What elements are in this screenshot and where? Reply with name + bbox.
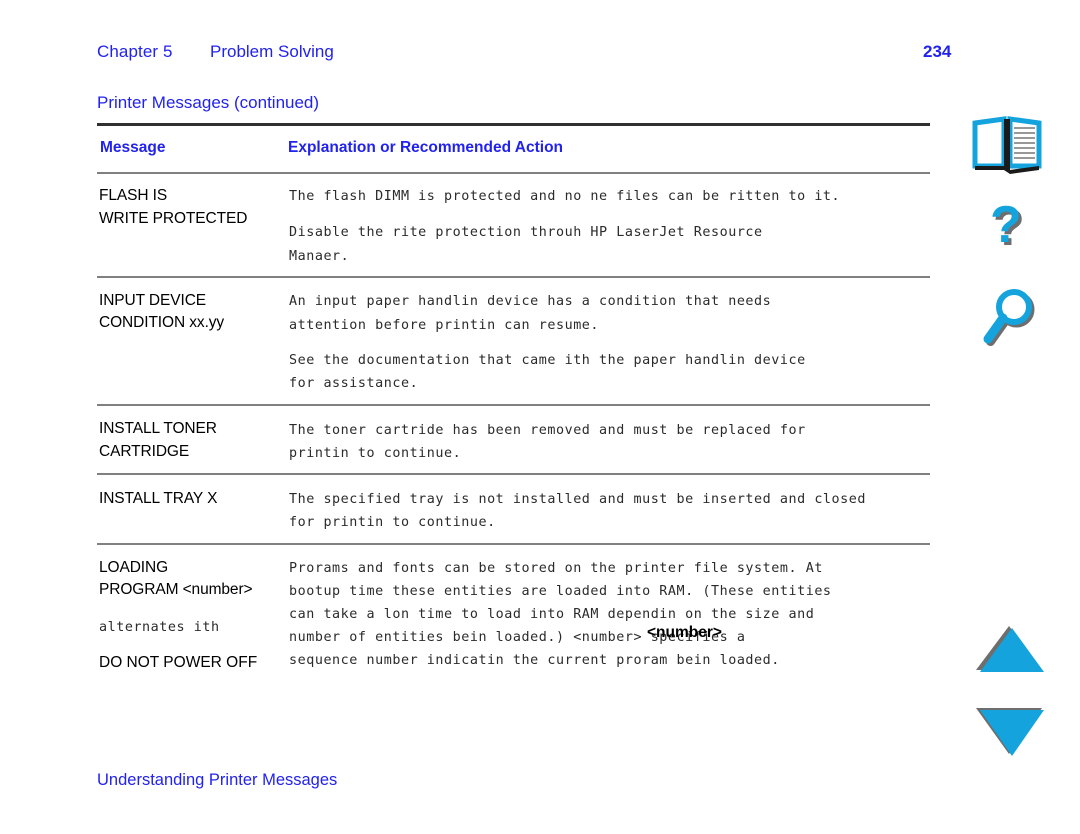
page-number: 234 [923, 42, 952, 61]
table-row-body-line: printin to continue. [289, 446, 462, 461]
row-divider-rule [97, 473, 930, 475]
table-row-body-line: See the documentation that came ith the … [289, 353, 806, 368]
column-header-message: Message [100, 139, 166, 156]
table-row-body-line: for printin to continue. [289, 515, 496, 530]
table-row-message-name: INSTALL TRAY X [99, 490, 218, 507]
table-row-body-line: Manaer. [289, 249, 350, 264]
table-row-message-name: FLASH IS [99, 187, 168, 204]
table-row-message-name: CONDITION xx.yy [99, 314, 225, 331]
table-row-message-name: LOADING [99, 559, 169, 576]
triangle-down-icon[interactable] [974, 700, 1048, 762]
chapter-label: Chapter 5 [97, 42, 173, 61]
row-divider-rule [97, 276, 930, 278]
chapter-title: Problem Solving [210, 42, 334, 61]
table-row-body-line: An input paper handlin device has a cond… [289, 294, 772, 309]
manual-page: Chapter 5 Problem Solving 234 Printer Me… [0, 0, 1080, 834]
header-rule [97, 172, 930, 174]
table-row-message-name: DO NOT POWER OFF [99, 654, 258, 671]
triangle-up-icon[interactable] [974, 620, 1048, 682]
table-row-body-line: sequence number indicatin the current pr… [289, 653, 780, 668]
table-row-body-line: The toner cartride has been removed and … [289, 423, 806, 438]
table-row-body-line: Disable the rite protection throuh HP La… [289, 225, 763, 240]
navigation-rail: ? ? [958, 0, 1080, 834]
table-row-message-name: PROGRAM <number> [99, 581, 253, 598]
table-row-message-name: WRITE PROTECTED [99, 210, 248, 227]
row-divider-rule [97, 404, 930, 406]
table-row-body-line: bootup time these entities are loaded in… [289, 584, 832, 599]
table-top-rule [97, 123, 930, 126]
table-row-message-name: INPUT DEVICE [99, 292, 207, 309]
inline-number-placeholder: <number> [647, 624, 722, 641]
table-row-body-line: The flash DIMM is protected and no ne fi… [289, 189, 841, 204]
svg-text:?: ? [990, 198, 1022, 254]
table-row-message-name: CARTRIDGE [99, 443, 190, 460]
table-row-message-alternates: alternates ith [99, 620, 220, 635]
table-row-body-line: Prorams and fonts can be stored on the p… [289, 561, 823, 576]
question-mark-icon[interactable]: ? ? [976, 198, 1050, 260]
page-header: Chapter 5 Problem Solving 234 [97, 42, 951, 68]
table-row-body-line: can take a lon time to load into RAM dep… [289, 607, 815, 622]
table-row-body-line: The specified tray is not installed and … [289, 492, 866, 507]
footer-section-label: Understanding Printer Messages [97, 771, 338, 789]
table-row-body-line: for assistance. [289, 376, 419, 391]
row-divider-rule [97, 543, 930, 545]
book-icon[interactable] [970, 114, 1044, 176]
table-row-message-name: INSTALL TONER [99, 420, 217, 437]
magnifier-icon[interactable] [976, 288, 1050, 350]
table-title: Printer Messages (continued) [97, 93, 320, 112]
column-header-explanation: Explanation or Recommended Action [288, 139, 564, 156]
table-row-body-line: attention before printin can resume. [289, 318, 600, 333]
